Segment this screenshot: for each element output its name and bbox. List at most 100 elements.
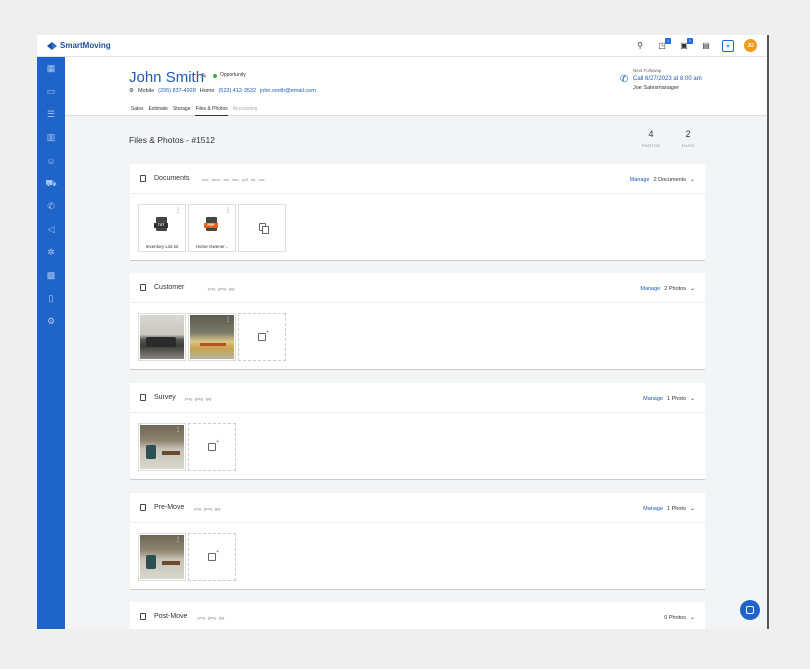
- truck-icon[interactable]: ⛟: [37, 172, 65, 195]
- add-photo-tile[interactable]: [188, 533, 236, 581]
- tab-storage[interactable]: Storage: [173, 104, 191, 116]
- manage-link[interactable]: Manage: [640, 286, 660, 292]
- chevron-down-icon[interactable]: ⌄: [690, 505, 695, 512]
- photo-tiles: ⋮: [138, 423, 236, 471]
- notifications-icon[interactable]: ◳ 1: [656, 37, 671, 52]
- brand-logo[interactable]: SmartMoving: [47, 41, 111, 50]
- followup-when[interactable]: Call 6/27/2023 at 8:00 am: [633, 76, 702, 82]
- top-bar: SmartMoving ⚲ ◳ 1 ▣ 1 ▤ + JU: [37, 35, 767, 57]
- upload-file-tile[interactable]: [238, 204, 286, 252]
- sidebar: ▦ ▭ ☰ ▥ ☺ ⛟ ✆ ◁ ✲ ▩ ▯ ⚙: [37, 57, 65, 629]
- customers-icon[interactable]: ☺: [37, 149, 65, 172]
- messages-icon[interactable]: ▣ 1: [678, 37, 693, 52]
- app-window: SmartMoving ⚲ ◳ 1 ▣ 1 ▤ + JU ▦ ▭ ☰ ▥ ☺ ⛟ ✆…: [37, 35, 769, 629]
- avatar[interactable]: JU: [744, 39, 757, 52]
- network-icon[interactable]: ✲: [37, 241, 65, 264]
- section-header[interactable]: Pre-Move .png, .jpeg, .jpg Manage 1 Phot…: [130, 493, 705, 523]
- megaphone-icon[interactable]: ◁: [37, 218, 65, 241]
- contact-line: ⚙ Mobile (295) 837-4928 Home (523) 412-3…: [129, 88, 316, 94]
- more-options-icon[interactable]: ⋮: [225, 207, 231, 214]
- tab-files-photos[interactable]: Files & Photos: [195, 104, 228, 116]
- image-icon: [140, 394, 146, 401]
- customer-header: John Smith ✎ Opportunity ⚙ Mobile (295) …: [65, 57, 767, 104]
- top-actions: ⚲ ◳ 1 ▣ 1 ▤ + JU: [634, 37, 757, 52]
- manage-link[interactable]: Manage: [643, 506, 663, 512]
- photo-tile[interactable]: ⋮: [188, 313, 236, 361]
- image-icon: [140, 613, 146, 620]
- followup-assignee: Joe Salesmanager: [633, 85, 679, 91]
- chart-icon[interactable]: ▥: [37, 126, 65, 149]
- photos-count: 4: [648, 129, 654, 139]
- upload-document-icon: [259, 223, 269, 234]
- building-icon[interactable]: ▩: [37, 264, 65, 287]
- list-icon[interactable]: ☰: [37, 103, 65, 126]
- file-tile[interactable]: ⋮ TXT Inventory List.txt: [138, 204, 186, 252]
- item-count: 1 Photo: [667, 395, 686, 402]
- section-actions: Manage 1 Photo ⌄: [643, 395, 695, 403]
- section-header[interactable]: Post-Move .png, .jpeg, .jpg 0 Photos ⌄: [130, 602, 705, 629]
- followup-label: Next Followup: [633, 68, 662, 73]
- file-name: Home Owener...: [195, 244, 229, 249]
- manage-link[interactable]: Manage: [630, 177, 650, 183]
- email-link[interactable]: john.smith@email.com: [260, 88, 316, 94]
- photo-tiles: ⋮ ⋮: [138, 313, 286, 361]
- section-customer: Customer .png, .jpeg, .jpg Manage 2 Phot…: [130, 273, 705, 370]
- section-title: Customer: [154, 284, 185, 291]
- add-photo-tile[interactable]: [238, 313, 286, 361]
- more-options-icon[interactable]: ⋮: [175, 207, 181, 214]
- document-icon[interactable]: ▤: [700, 40, 712, 52]
- phone-icon[interactable]: ✆: [37, 195, 65, 218]
- files-label: FILES: [681, 143, 695, 148]
- more-options-icon[interactable]: ⋮: [175, 426, 181, 433]
- section-header[interactable]: Customer .png, .jpeg, .jpg Manage 2 Phot…: [130, 273, 705, 303]
- image-icon: [140, 284, 146, 291]
- add-photo-icon: [208, 549, 219, 561]
- tab-estimate[interactable]: Estimate: [149, 104, 168, 116]
- document-icon: [140, 175, 146, 182]
- section-documents: Documents .doc, .docx, .xls, .xlsx, .pdf…: [130, 164, 705, 261]
- mobile-phone[interactable]: (295) 837-4928: [158, 88, 196, 94]
- pdf-file-icon: PDF: [204, 217, 218, 231]
- chat-button[interactable]: [740, 600, 760, 620]
- photo-tile[interactable]: ⋮: [138, 313, 186, 361]
- photo-tile[interactable]: ⋮: [138, 533, 186, 581]
- chevron-down-icon[interactable]: ⌄: [690, 614, 695, 621]
- settings-icon[interactable]: ⚙: [37, 310, 65, 333]
- add-photo-tile[interactable]: [188, 423, 236, 471]
- tab-sales[interactable]: Sales: [131, 104, 144, 116]
- file-tile[interactable]: ⋮ PDF Home Owener...: [188, 204, 236, 252]
- photo-tile[interactable]: ⋮: [138, 423, 186, 471]
- home-phone[interactable]: (523) 412-3532: [218, 88, 256, 94]
- status-badge: Opportunity: [220, 72, 246, 78]
- photo-tiles: ⋮: [138, 533, 236, 581]
- files-count: 2: [685, 129, 691, 139]
- allowed-types: .png, .jpeg, .jpg: [197, 615, 225, 620]
- section-title: Pre-Move: [154, 504, 185, 511]
- calendar-icon[interactable]: ▭: [37, 80, 65, 103]
- more-options-icon[interactable]: ⋮: [175, 316, 181, 323]
- more-options-icon[interactable]: ⋮: [175, 536, 181, 543]
- add-icon[interactable]: +: [722, 39, 734, 52]
- allowed-types: .png, .jpeg, .jpg: [207, 286, 235, 291]
- chevron-down-icon[interactable]: ⌄: [690, 285, 695, 292]
- phone-settings-icon[interactable]: ⚙: [129, 88, 134, 94]
- dashboard-icon[interactable]: ▦: [37, 57, 65, 80]
- section-title: Survey: [154, 394, 176, 401]
- chevron-down-icon[interactable]: ⌄: [690, 395, 695, 402]
- section-title: Post-Move: [154, 613, 188, 620]
- file-type-tag: PDF: [204, 223, 218, 228]
- tab-accounting: Accounting: [232, 106, 258, 112]
- manage-link[interactable]: Manage: [643, 396, 663, 402]
- section-survey: Survey .png, .jpeg, .jpg Manage 1 Photo …: [130, 383, 705, 480]
- edit-icon[interactable]: ✎: [201, 72, 207, 80]
- phone-icon: ✆: [620, 74, 629, 85]
- chevron-down-icon[interactable]: ⌄: [690, 176, 695, 183]
- more-options-icon[interactable]: ⋮: [225, 316, 231, 323]
- txt-file-icon: TXT: [154, 217, 168, 231]
- search-icon[interactable]: ⚲: [634, 40, 646, 52]
- section-header[interactable]: Survey .png, .jpeg, .jpg Manage 1 Photo …: [130, 383, 705, 413]
- document-icon[interactable]: ▯: [37, 287, 65, 310]
- section-title: Documents: [154, 175, 190, 182]
- section-header[interactable]: Documents .doc, .docx, .xls, .xlsx, .pdf…: [130, 164, 705, 194]
- photos-counter: 4 PHOTOS: [636, 129, 666, 148]
